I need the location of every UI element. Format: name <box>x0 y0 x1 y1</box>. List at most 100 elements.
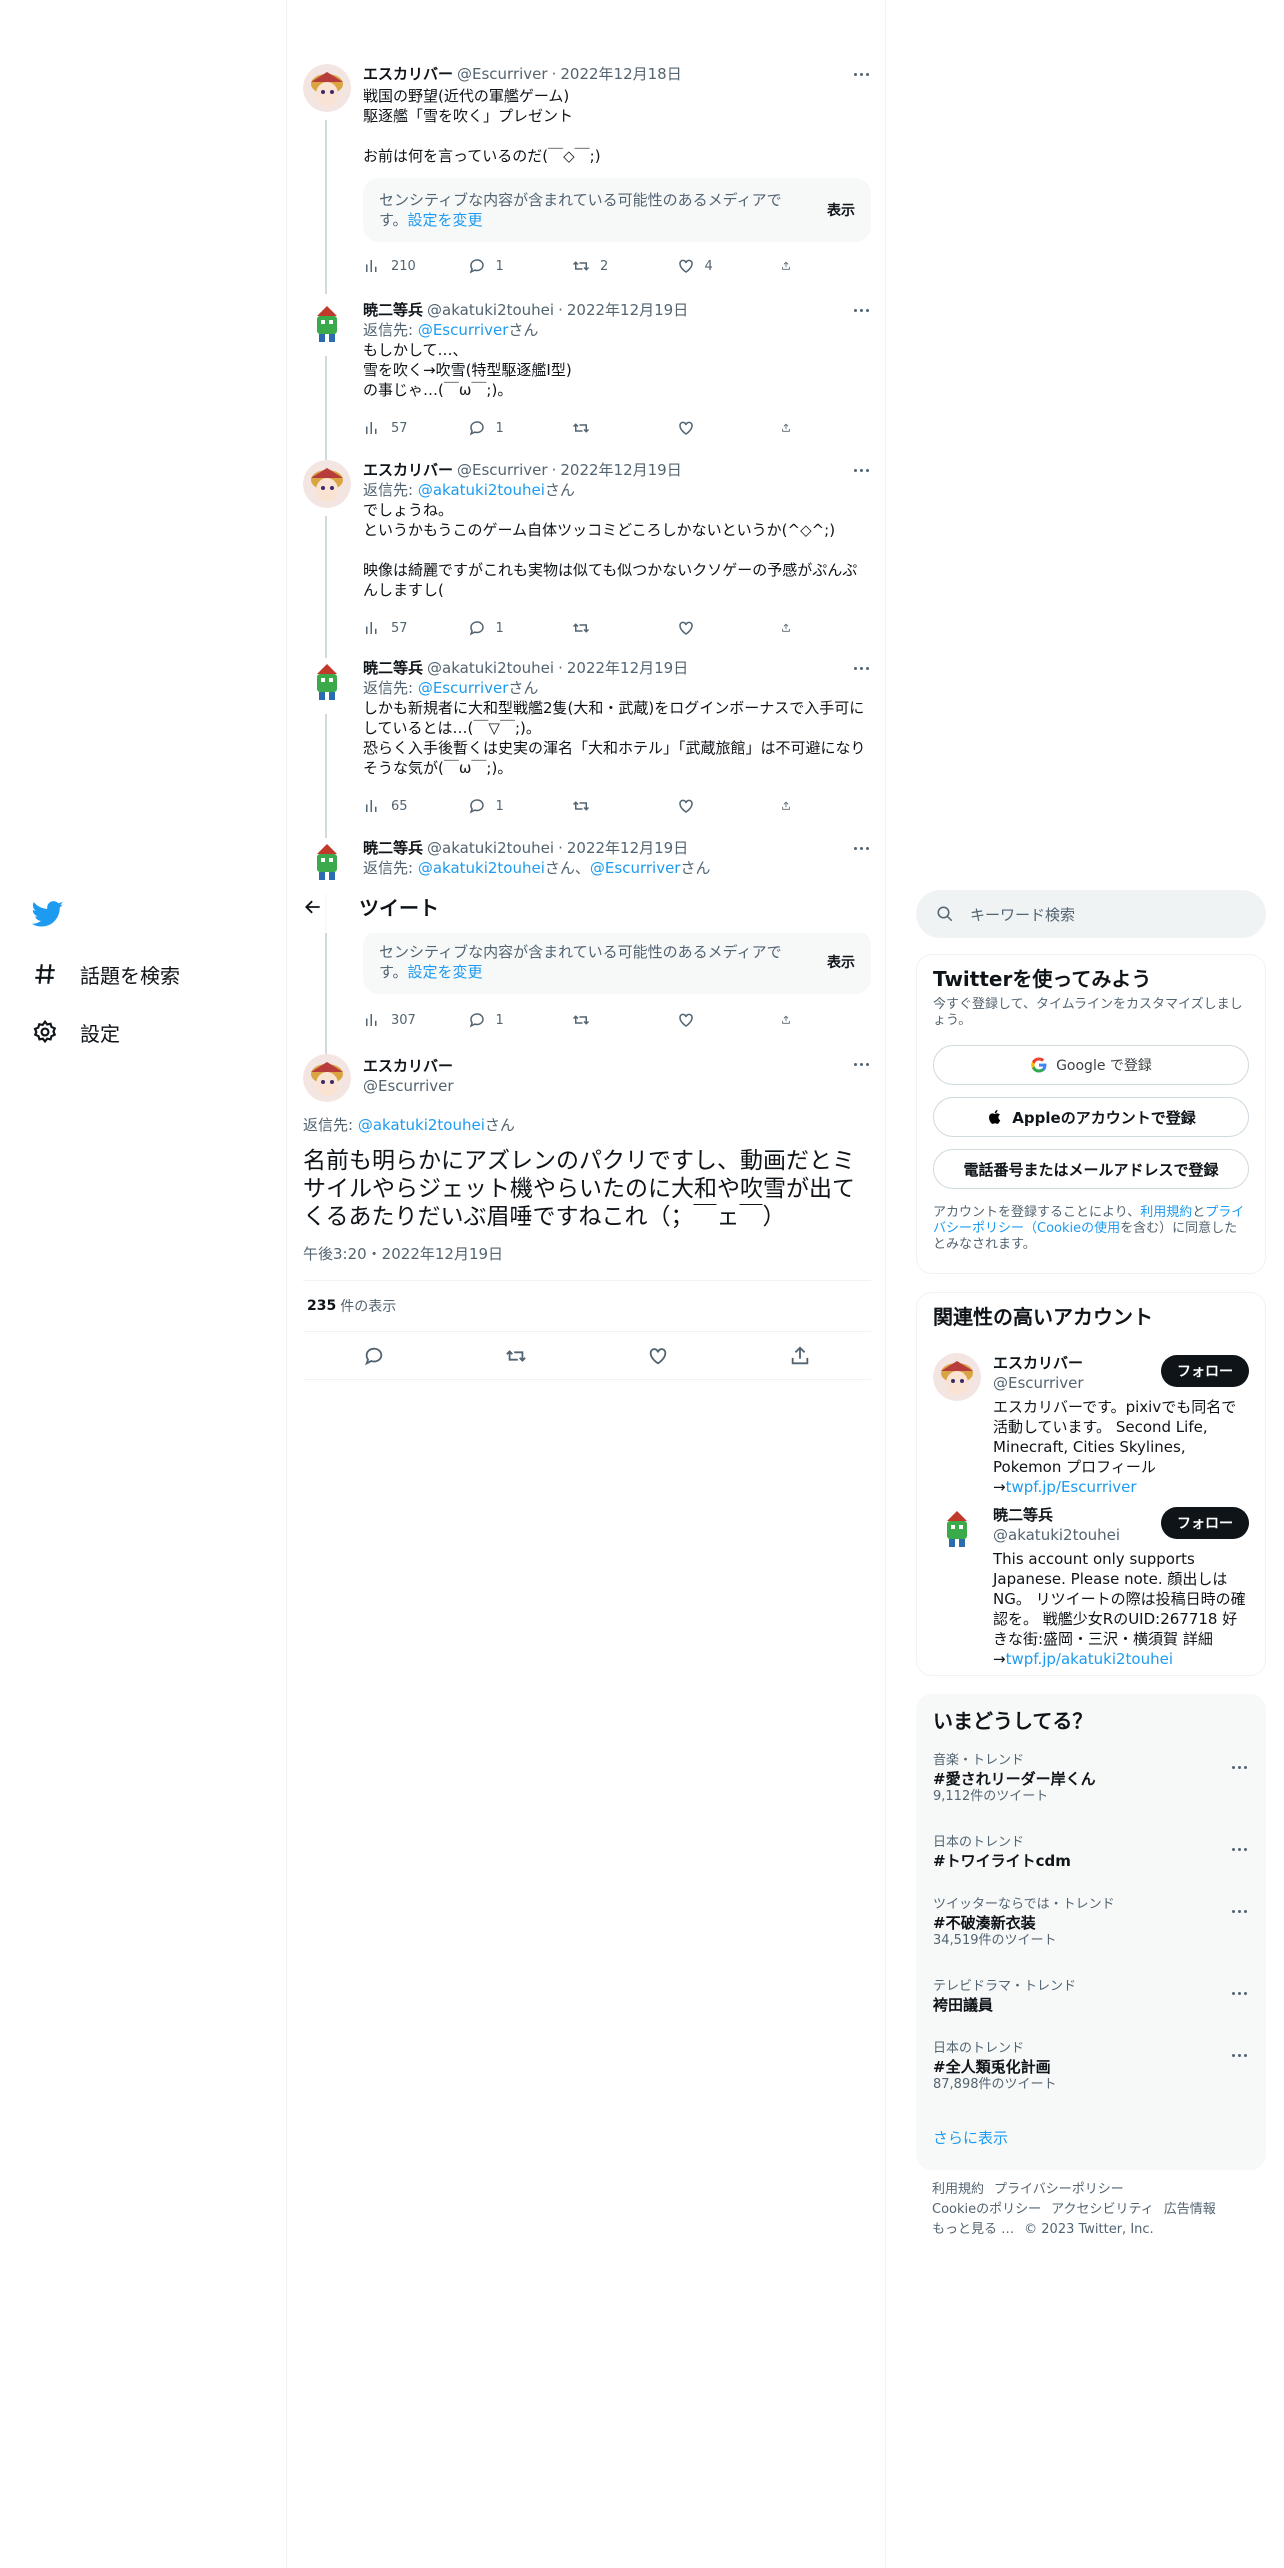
author-handle[interactable]: @Escurriver <box>457 460 548 480</box>
back-arrow-icon[interactable] <box>303 897 323 917</box>
trend-item[interactable]: テレビドラマ・トレンド 袴田議員 <box>933 1979 1249 2015</box>
trend-name[interactable]: #全人類兎化計画 <box>933 2057 1249 2077</box>
apple-signup-button[interactable]: Appleのアカウントで登録 <box>933 1097 1249 1137</box>
more-options-icon[interactable] <box>851 1054 871 1074</box>
heart-icon[interactable] <box>647 1345 669 1367</box>
mention-link[interactable]: @Escurriver <box>418 321 509 339</box>
more-options-icon[interactable] <box>1229 1839 1249 1859</box>
retweet-action[interactable] <box>572 418 662 438</box>
footer-link[interactable]: 広告情報 <box>1164 2202 1216 2217</box>
tweet-date[interactable]: 2022年12月18日 <box>560 64 681 84</box>
change-settings-link[interactable]: 設定を変更 <box>408 963 483 981</box>
mention-link[interactable]: @Escurriver <box>590 859 681 877</box>
more-options-icon[interactable] <box>1229 1901 1249 1921</box>
footer-link[interactable]: もっと見る … <box>932 2222 1014 2237</box>
trend-item[interactable]: 日本のトレンド #トワイライトcdm <box>933 1835 1249 1871</box>
share-action[interactable] <box>781 418 801 438</box>
avatar[interactable] <box>303 460 351 508</box>
avatar[interactable] <box>303 64 351 112</box>
author-handle[interactable]: @Escurriver <box>363 1076 454 1096</box>
trend-name[interactable]: 袴田議員 <box>933 1995 1249 2015</box>
more-options-icon[interactable] <box>1229 1983 1249 2003</box>
views-action[interactable]: 307 <box>363 1010 453 1030</box>
trend-item[interactable]: 音楽・トレンド #愛されリーダー岸くん 9,112件のツイート <box>933 1753 1249 1805</box>
phone-email-signup-button[interactable]: 電話番号またはメールアドレスで登録 <box>933 1149 1249 1189</box>
mention-link[interactable]: @akatuki2touhei <box>358 1116 485 1134</box>
thread-tweet[interactable]: エスカリバー @Escurriver · 2022年12月19日 返信先: @a… <box>303 460 871 660</box>
footer-link[interactable]: 利用規約 <box>932 2182 984 2197</box>
like-action[interactable] <box>677 618 767 638</box>
google-signup-button[interactable]: Google で登録 <box>933 1045 1249 1085</box>
avatar[interactable] <box>303 300 351 348</box>
thread-tweet[interactable]: エスカリバー @Escurriver · 2022年12月18日 戦国の野望(近… <box>303 64 871 294</box>
trend-item[interactable]: 日本のトレンド #全人類兎化計画 87,898件のツイート <box>933 2041 1249 2093</box>
mention-link[interactable]: @akatuki2touhei <box>418 481 545 499</box>
reply-action[interactable]: 1 <box>468 1010 558 1030</box>
retweet-action[interactable] <box>572 796 662 816</box>
change-settings-link[interactable]: 設定を変更 <box>408 211 483 229</box>
retweet-action[interactable] <box>572 618 662 638</box>
footer-link[interactable]: アクセシビリティ <box>1051 2202 1154 2217</box>
like-action[interactable] <box>677 1010 767 1030</box>
share-action[interactable] <box>781 1010 801 1030</box>
bio-link[interactable]: twpf.jp/Escurriver <box>1006 1478 1137 1496</box>
account-item[interactable]: 暁二等兵 @akatuki2touhei This account only s… <box>933 1505 1249 1668</box>
search-input[interactable]: キーワード検索 <box>916 890 1266 938</box>
trend-name[interactable]: #トワイライトcdm <box>933 1851 1249 1871</box>
nav-settings[interactable]: 設定 <box>32 1012 120 1052</box>
show-more-link[interactable]: さらに表示 <box>933 2127 1008 2148</box>
retweet-action[interactable] <box>572 1010 662 1030</box>
tweet-date[interactable]: 2022年12月19日 <box>567 838 688 858</box>
bio-link[interactable]: twpf.jp/akatuki2touhei <box>1006 1650 1173 1668</box>
nav-explore[interactable]: 話題を検索 <box>32 954 180 994</box>
trend-name[interactable]: #不破湊新衣装 <box>933 1913 1249 1933</box>
author-name[interactable]: 暁二等兵 <box>363 300 423 320</box>
more-options-icon[interactable] <box>851 64 871 84</box>
avatar[interactable] <box>303 838 351 886</box>
share-icon[interactable] <box>789 1345 811 1367</box>
twitter-logo-icon[interactable] <box>31 898 64 930</box>
share-action[interactable] <box>781 796 801 816</box>
thread-tweet[interactable]: 暁二等兵 @akatuki2touhei · 2022年12月19日 返信先: … <box>303 838 871 1054</box>
views-action[interactable]: 65 <box>363 796 453 816</box>
author-name[interactable]: 暁二等兵 <box>363 658 423 678</box>
follow-button[interactable]: フォロー <box>1161 1355 1249 1387</box>
author-name[interactable]: エスカリバー <box>363 64 453 84</box>
reply-action[interactable]: 1 <box>468 796 558 816</box>
author-name[interactable]: 暁二等兵 <box>363 838 423 858</box>
more-options-icon[interactable] <box>851 838 871 858</box>
tweet-date[interactable]: 2022年12月19日 <box>560 460 681 480</box>
retweet-action[interactable]: 2 <box>572 256 662 276</box>
trend-name[interactable]: #愛されリーダー岸くん <box>933 1769 1249 1789</box>
author-name[interactable]: エスカリバー <box>363 1056 453 1076</box>
show-media-button[interactable]: 表示 <box>827 200 855 220</box>
mention-link[interactable]: @Escurriver <box>418 679 509 697</box>
tweet-timestamp[interactable]: 午後3:20・2022年12月19日 <box>303 1243 871 1264</box>
like-action[interactable]: 4 <box>677 256 767 276</box>
avatar[interactable] <box>933 1505 981 1553</box>
more-options-icon[interactable] <box>851 460 871 480</box>
reply-action[interactable]: 1 <box>468 418 558 438</box>
tweet-date[interactable]: 2022年12月19日 <box>567 658 688 678</box>
author-handle[interactable]: @Escurriver <box>457 64 548 84</box>
tweet-date[interactable]: 2022年12月19日 <box>567 300 688 320</box>
more-options-icon[interactable] <box>851 300 871 320</box>
author-handle[interactable]: @akatuki2touhei <box>427 658 554 678</box>
reply-icon[interactable] <box>363 1345 385 1367</box>
reply-action[interactable]: 1 <box>468 256 558 276</box>
share-action[interactable] <box>781 256 801 276</box>
footer-link[interactable]: プライバシーポリシー <box>994 2182 1124 2197</box>
more-options-icon[interactable] <box>1229 1757 1249 1777</box>
show-media-button[interactable]: 表示 <box>827 952 855 972</box>
avatar[interactable] <box>303 658 351 706</box>
thread-tweet[interactable]: 暁二等兵 @akatuki2touhei · 2022年12月19日 返信先: … <box>303 658 871 838</box>
more-options-icon[interactable] <box>851 658 871 678</box>
avatar[interactable] <box>933 1353 981 1401</box>
like-action[interactable] <box>677 418 767 438</box>
author-handle[interactable]: @akatuki2touhei <box>427 300 554 320</box>
share-action[interactable] <box>781 618 801 638</box>
views-action[interactable]: 210 <box>363 256 453 276</box>
reply-action[interactable]: 1 <box>468 618 558 638</box>
author-handle[interactable]: @akatuki2touhei <box>427 838 554 858</box>
retweet-icon[interactable] <box>505 1345 527 1367</box>
